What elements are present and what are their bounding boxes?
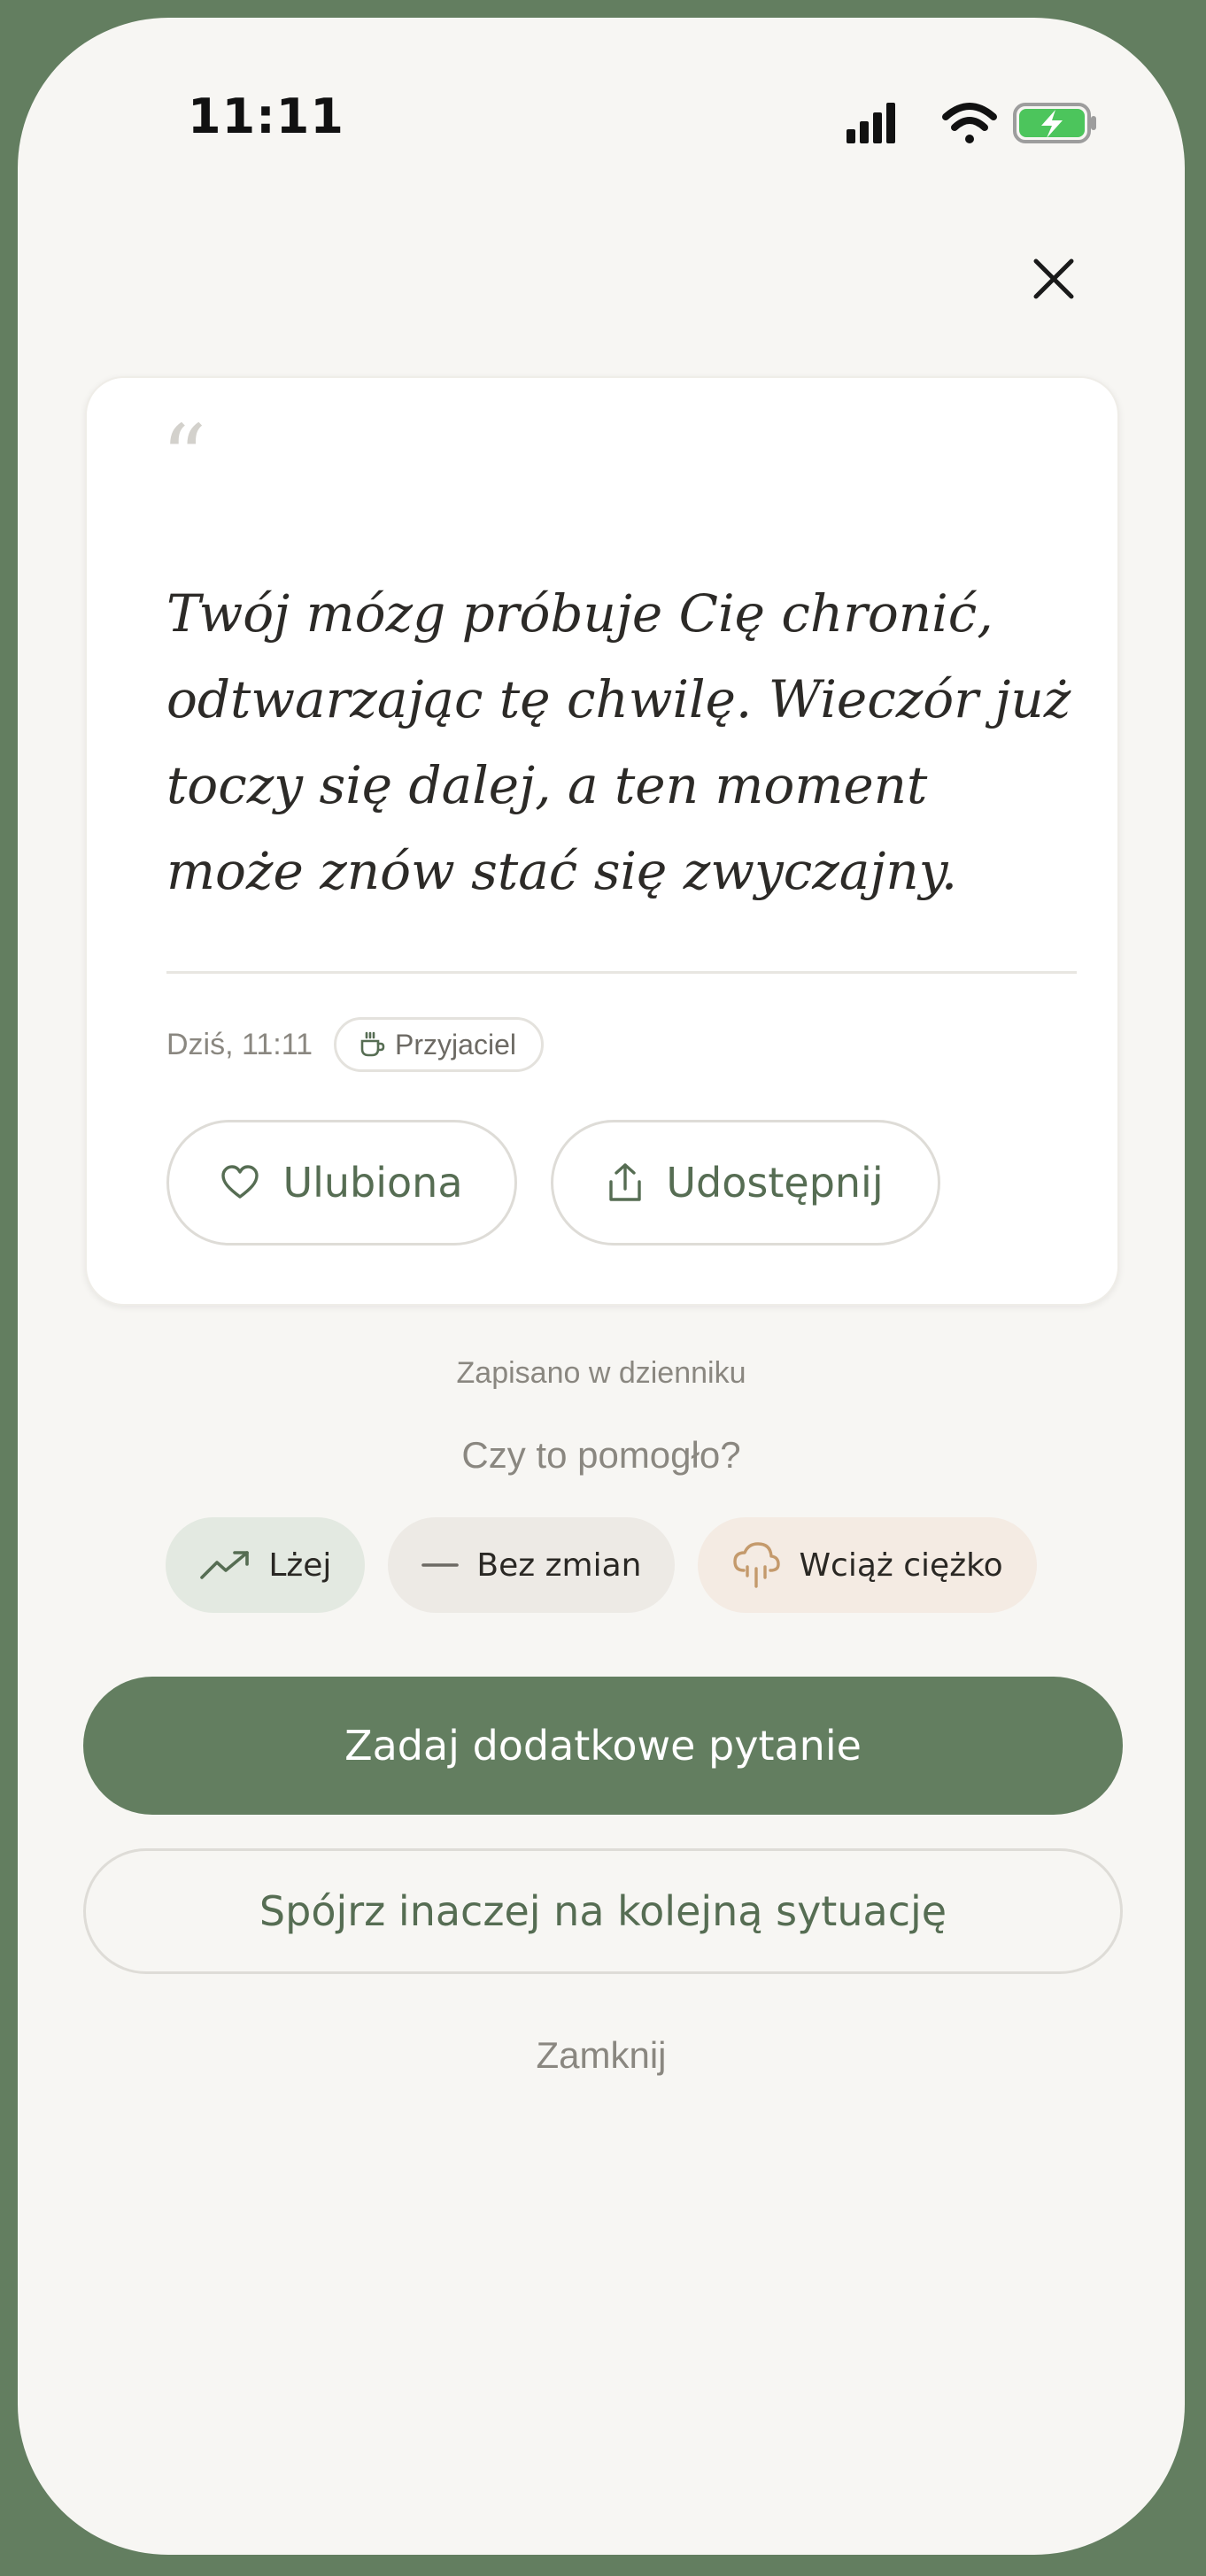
share-label: Udostępnij (666, 1159, 884, 1207)
quote-text: Twój mózg próbuje Cię chronić, odtwarzaj… (166, 583, 1071, 901)
reframe-next-button[interactable]: Spójrz inaczej na kolejną sytuację (83, 1848, 1123, 1974)
share-icon (609, 1163, 642, 1201)
persona-badge: Przyjaciel (334, 1017, 544, 1072)
feedback-lighter-label: Lżej (268, 1546, 332, 1584)
wifi-icon (942, 103, 997, 143)
favorite-label: Ulubiona (282, 1159, 463, 1207)
quote-card: “ Twój mózg próbuje Cię chronić, odtwarz… (85, 376, 1119, 1306)
quote-mark-icon: “ (161, 405, 207, 509)
status-time: 11:11 (188, 89, 344, 144)
status-icons (847, 103, 1096, 143)
close-button[interactable] (1018, 243, 1089, 314)
signal-icon (847, 103, 895, 143)
feedback-same-label: Bez zmian (476, 1546, 642, 1584)
share-button[interactable]: Udostępnij (551, 1120, 940, 1246)
favorite-button[interactable]: Ulubiona (166, 1120, 517, 1246)
feedback-heavy-chip[interactable]: Wciąż ciężko (698, 1517, 1037, 1613)
rain-cloud-icon (733, 1542, 781, 1588)
quote-date: Dziś, 11:11 (166, 1027, 313, 1061)
card-divider (166, 971, 1077, 974)
phone-screen: 11:11 “ Twój mózg próbuje Cię chronić, o… (18, 18, 1185, 2555)
card-actions: Ulubiona Udostępnij (166, 1120, 940, 1246)
battery-charging-icon (1013, 103, 1096, 143)
close-icon (1033, 258, 1074, 299)
trend-up-icon (200, 1551, 250, 1579)
dash-icon (421, 1563, 460, 1567)
feedback-question: Czy to pomogło? (461, 1434, 741, 1476)
ask-follow-up-button[interactable]: Zadaj dodatkowe pytanie (83, 1677, 1123, 1815)
quote-meta: Dziś, 11:11 Przyjaciel (166, 1017, 544, 1072)
close-link[interactable]: Zamknij (18, 2034, 1185, 2077)
feedback-lighter-chip[interactable]: Lżej (166, 1517, 366, 1613)
feedback-options: Lżej Bez zmian Wciąż ciężko (18, 1517, 1185, 1613)
cup-icon (360, 1031, 385, 1057)
feedback-heavy-label: Wciąż ciężko (799, 1546, 1003, 1584)
saved-note: Zapisano w dzienniku (456, 1356, 746, 1390)
feedback-same-chip[interactable]: Bez zmian (388, 1517, 676, 1613)
heart-icon (221, 1165, 259, 1199)
persona-badge-label: Przyjaciel (395, 1028, 516, 1060)
